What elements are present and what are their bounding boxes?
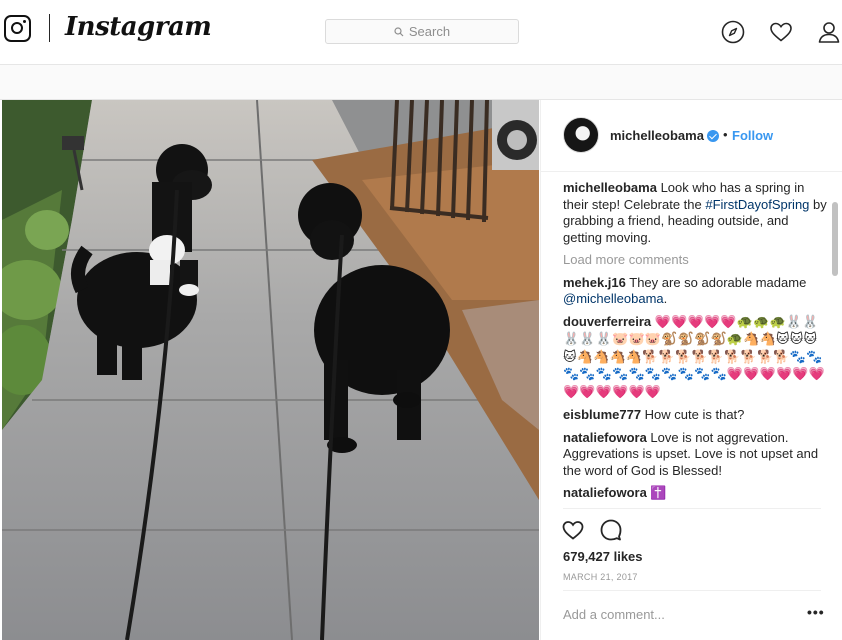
comment-list[interactable]: michelleobama Look who has a spring in t…: [563, 180, 829, 508]
divider: [563, 590, 821, 591]
like-heart-icon[interactable]: [561, 518, 585, 542]
comment-item: eisblume777 How cute is that?: [563, 407, 829, 424]
separator-dot: •: [723, 127, 728, 142]
page-subheader: [0, 64, 842, 100]
post-detail-panel: michelleobama • Follow michelleobama Loo…: [540, 100, 842, 640]
post-actions: [561, 518, 623, 544]
divider: [563, 508, 821, 509]
profile-icon[interactable]: [816, 19, 842, 45]
comment-username[interactable]: eisblume777: [563, 407, 641, 422]
post-author-username[interactable]: michelleobama: [610, 128, 704, 143]
top-navigation: Instagram Search: [0, 0, 842, 64]
post-date: MARCH 21, 2017: [563, 572, 638, 582]
instagram-wordmark[interactable]: Instagram: [65, 12, 212, 42]
comment-text-end: .: [663, 291, 668, 306]
search-icon: [394, 26, 404, 36]
comment-text: ✝️: [650, 485, 667, 500]
post-photo[interactable]: [2, 100, 539, 640]
post-caption: michelleobama Look who has a spring in t…: [563, 180, 829, 246]
comment-item: mehek.j16 They are so adorable madame @m…: [563, 275, 829, 308]
search-input[interactable]: Search: [325, 19, 519, 44]
comment-username[interactable]: nataliefowora: [563, 430, 647, 445]
mention-link[interactable]: @michelleobama: [563, 291, 664, 306]
dogs-on-sidewalk-image: [2, 100, 539, 640]
comment-username[interactable]: nataliefowora: [563, 485, 647, 500]
comment-username[interactable]: mehek.j16: [563, 275, 626, 290]
comment-item: nataliefowora ✝️: [563, 485, 829, 502]
add-comment-input[interactable]: Add a comment...: [563, 607, 665, 622]
hashtag-link[interactable]: #FirstDayofSpring: [705, 197, 809, 212]
instagram-camera-icon[interactable]: [4, 15, 31, 42]
comment-text: How cute is that?: [644, 407, 745, 422]
caption-username[interactable]: michelleobama: [563, 180, 657, 195]
comment-bubble-icon[interactable]: [599, 518, 623, 542]
like-count[interactable]: 679,427 likes: [563, 549, 643, 564]
compass-icon[interactable]: [720, 19, 746, 45]
comment-item: douverferreira 💗💗💗💗💗🐢🐢🐢🐰🐰🐰🐰🐰🐷🐷🐷🐒🐒🐒🐒🐢🐴🐴🐱🐱…: [563, 314, 829, 402]
comment-item: nataliefowora Love is not aggrevation. A…: [563, 430, 829, 480]
load-more-comments-link[interactable]: Load more comments: [563, 252, 829, 269]
post-header: michelleobama • Follow: [541, 100, 842, 172]
verified-badge-icon: [707, 130, 719, 142]
nav-separator: [49, 14, 50, 42]
follow-button[interactable]: Follow: [732, 128, 773, 143]
comment-scrollbar-thumb[interactable]: [832, 202, 838, 276]
heart-icon[interactable]: [768, 19, 794, 45]
more-options-button[interactable]: •••: [807, 604, 825, 620]
comment-username[interactable]: douverferreira: [563, 314, 651, 329]
search-placeholder: Search: [408, 24, 451, 39]
avatar[interactable]: [563, 117, 599, 153]
comment-text-start: They are so adorable madame: [629, 274, 807, 290]
